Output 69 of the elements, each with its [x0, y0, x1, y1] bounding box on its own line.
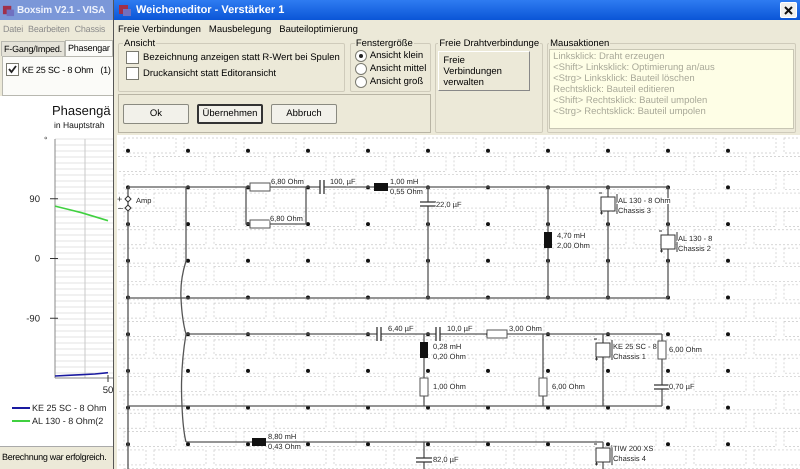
- resistor-symbol[interactable]: [486, 330, 508, 338]
- menu-item[interactable]: Freie Verbindungen: [118, 24, 201, 34]
- capacitor-symbol[interactable]: [653, 384, 671, 390]
- capacitor-symbol[interactable]: [435, 326, 441, 342]
- app-icon: [118, 3, 132, 17]
- close-button[interactable]: [780, 2, 797, 18]
- amp-plus-sign: +: [117, 194, 122, 204]
- group-title: Mausaktionen: [549, 38, 610, 49]
- speaker-symbol[interactable]: [658, 230, 678, 253]
- manage-connections-button[interactable]: Freie Verbindungen verwalten: [438, 51, 530, 91]
- mouse-action-text: <Shift> Linksklick: Optimierung an/aus: [553, 62, 716, 73]
- radio-label: Ansicht groß: [370, 76, 424, 87]
- dialog-button[interactable]: Abbruch: [271, 104, 337, 124]
- y-tick-label: -90: [26, 313, 40, 324]
- mouse-action-text: <Strg> Rechtsklick: Bauteil umpolen: [553, 106, 707, 117]
- speaker-symbol[interactable]: [594, 338, 612, 361]
- series-line: [54, 205, 108, 222]
- mouse-action-text: <Shift> Rechtsklick: Bauteil umpolen: [553, 95, 708, 106]
- status-text: Berechnung war erfolgreich.: [2, 452, 106, 462]
- chart-title: Phasengä: [52, 103, 111, 118]
- mouse-action-text: Rechtsklick: Bauteil editieren: [553, 84, 676, 95]
- driver-number: (1): [100, 64, 111, 74]
- app-icon: [2, 4, 15, 16]
- radio-label: Ansicht mittel: [370, 63, 426, 74]
- legend-label: AL 130 - 8 Ohm(2: [32, 416, 104, 426]
- capacitor-symbol[interactable]: [376, 326, 382, 342]
- resistor-symbol[interactable]: [538, 378, 548, 396]
- radio-button[interactable]: [354, 76, 367, 88]
- capacitor-symbol[interactable]: [419, 201, 437, 207]
- checkbox-label: Druckansicht statt Editoransicht: [143, 68, 276, 78]
- y-tick-label: 90: [29, 194, 40, 205]
- mouse-action-text: <Strg> Linksklick: Bauteil löschen: [553, 73, 696, 84]
- speaker-symbol[interactable]: [594, 444, 612, 466]
- resistor-symbol[interactable]: [250, 182, 270, 192]
- x-tick-label: 50: [102, 385, 113, 396]
- chart-subtitle: in Hauptstrah: [54, 120, 105, 130]
- checkbox[interactable]: [126, 50, 139, 64]
- mouse-action-text: Linksklick: Draht erzeugen: [553, 51, 666, 62]
- amp-minus-sign: –: [118, 203, 124, 213]
- dialog-button[interactable]: Ok: [123, 104, 189, 124]
- checkbox-label: Bezeichnung anzeigen statt R-Wert bei Spulen: [143, 52, 340, 62]
- speaker-symbol[interactable]: [598, 192, 618, 215]
- amp-terminal-drawing: [124, 195, 132, 212]
- dialog-title: Weicheneditor - Verstärker 1: [136, 4, 286, 16]
- menu-item[interactable]: Mausbelegung: [208, 24, 272, 34]
- resistor-symbol[interactable]: [250, 220, 270, 228]
- axis-unit: °: [44, 135, 48, 145]
- tab[interactable]: Phasengar: [64, 40, 113, 56]
- dialog-button[interactable]: Übernehmen: [197, 104, 263, 124]
- radio-label: Ansicht klein: [370, 50, 424, 61]
- legend-label: KE 25 SC - 8 Ohm: [32, 403, 107, 413]
- radio-button[interactable]: [354, 62, 367, 74]
- group-title: Freie Drahtverbindunge: [438, 38, 540, 49]
- driver-label: KE 25 SC - 8 Ohm: [22, 64, 94, 74]
- radio-button[interactable]: [354, 50, 367, 62]
- y-tick-label: 0: [34, 254, 40, 264]
- close-icon: [784, 6, 793, 14]
- resistor-symbol[interactable]: [658, 340, 666, 360]
- capacitor-symbol[interactable]: [415, 457, 433, 463]
- series-line: [54, 372, 108, 377]
- menu-item[interactable]: Bauteiloptimierung: [279, 24, 358, 34]
- checkbox[interactable]: [126, 66, 139, 80]
- tab[interactable]: F-Gang/Imped.: [1, 41, 65, 56]
- checkbox[interactable]: [6, 63, 19, 76]
- window-title: Boxsim V2.1 - VISA: [17, 4, 106, 16]
- capacitor-symbol[interactable]: [319, 179, 325, 195]
- group-title: Fenstergröße: [354, 38, 414, 49]
- resistor-symbol[interactable]: [420, 378, 428, 396]
- group-title: Ansicht: [123, 38, 156, 49]
